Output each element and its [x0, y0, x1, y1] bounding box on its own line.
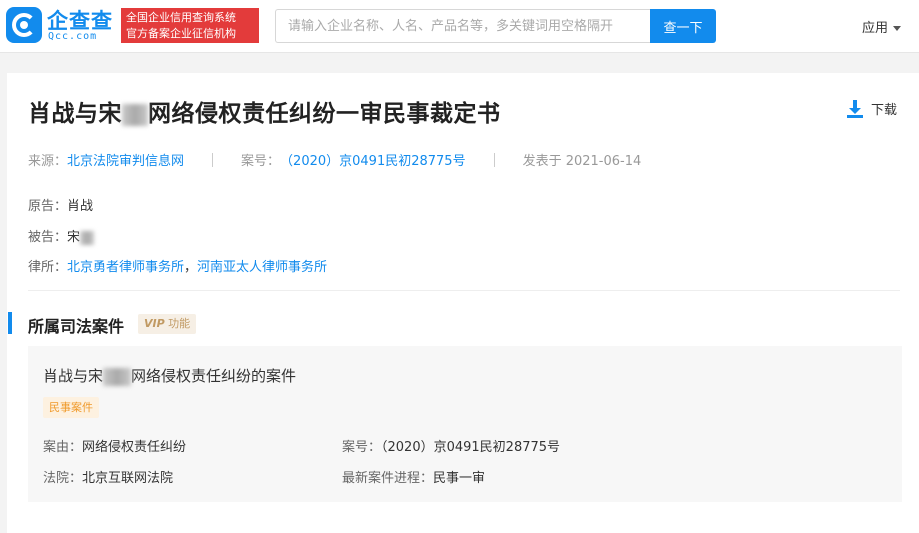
case-progress-label: 最新案件进程：	[342, 471, 434, 486]
redacted-name-blur	[80, 230, 95, 245]
case-cause-label: 案由：	[43, 440, 83, 455]
top-header: 企查查 Qcc.com 全国企业信用查询系统 官方备案企业征信机构 查一下 应用	[0, 0, 919, 53]
case-court-label: 法院：	[43, 471, 83, 486]
search-button[interactable]: 查一下	[650, 9, 716, 43]
meta-divider	[493, 152, 495, 167]
case-number-value: （2020）京0491民初28775号	[381, 440, 561, 455]
lawyer-separator: ，	[184, 260, 198, 275]
title-suffix: 网络侵权责任纠纷一审民事裁定书	[148, 101, 501, 127]
lawyer-link-2[interactable]: 河南亚太人律师事务所	[197, 260, 327, 275]
lawyer-row: 律所：北京勇者律师事务所，河南亚太人律师事务所	[28, 256, 327, 275]
case-court: 法院：北京互联网法院	[43, 467, 173, 486]
source-label: 来源：	[28, 154, 68, 169]
plaintiff-label: 原告：	[28, 199, 68, 214]
case-no-label: 案号：	[241, 154, 281, 169]
case-number: 案号：（2020）京0491民初28775号	[342, 436, 560, 455]
caret-down-icon	[893, 26, 902, 31]
meta-divider	[212, 152, 214, 167]
download-icon	[847, 99, 863, 118]
case-court-value: 北京互联网法院	[82, 471, 174, 486]
vip-badge[interactable]: VIP 功能	[138, 314, 197, 334]
lawyer-link-1[interactable]: 北京勇者律师事务所	[67, 260, 184, 275]
credit-badge-line2: 官方备案企业征信机构	[126, 27, 236, 40]
search-input[interactable]	[275, 9, 650, 43]
case-title[interactable]: 肖战与宋 网络侵权责任纠纷的案件	[43, 365, 296, 386]
title-prefix: 肖战与宋	[28, 101, 122, 127]
download-button[interactable]: 下载	[847, 99, 897, 118]
plaintiff-value: 肖战	[67, 199, 94, 214]
defendant-row: 被告：宋	[28, 226, 95, 245]
case-title-suffix: 网络侵权责任纠纷的案件	[131, 367, 297, 385]
document-title: 肖战与宋 网络侵权责任纠纷一审民事裁定书	[28, 94, 501, 128]
vip-text: 功能	[168, 317, 191, 330]
case-progress-value: 民事一审	[433, 471, 486, 486]
case-cause-value: 网络侵权责任纠纷	[82, 440, 187, 455]
redacted-name-blur	[103, 367, 132, 386]
app-menu-label: 应用	[862, 21, 889, 36]
section-divider	[28, 290, 900, 291]
logo-domain: Qcc.com	[48, 31, 98, 42]
case-cause: 案由：网络侵权责任纠纷	[43, 436, 186, 455]
publish-date: 发表于 2021-06-14	[522, 154, 642, 169]
case-type-tag: 民事案件	[43, 397, 99, 418]
judicial-section-title: 所属司法案件	[28, 317, 125, 336]
defendant-label: 被告：	[28, 230, 68, 245]
section-accent-bar	[8, 312, 12, 334]
source-link[interactable]: 北京法院审判信息网	[67, 150, 184, 169]
credit-badge-line1: 全国企业信用查询系统	[126, 11, 236, 24]
credit-badge: 全国企业信用查询系统 官方备案企业征信机构	[121, 8, 259, 43]
redacted-name-blur	[122, 103, 148, 126]
case-no-link[interactable]: （2020）京0491民初28775号	[280, 150, 466, 169]
document-meta: 来源： 北京法院审判信息网 案号： （2020）京0491民初28775号 发表…	[28, 150, 641, 169]
plaintiff-row: 原告：肖战	[28, 195, 93, 214]
case-title-prefix: 肖战与宋	[43, 367, 104, 385]
defendant-value: 宋	[67, 230, 81, 245]
app-menu[interactable]: 应用	[862, 17, 902, 36]
download-label: 下载	[871, 103, 898, 118]
qcc-logo-icon[interactable]	[6, 7, 42, 43]
vip-icon: VIP	[144, 317, 165, 330]
case-progress: 最新案件进程：民事一审	[342, 467, 485, 486]
lawyer-label: 律所：	[28, 260, 68, 275]
case-number-label: 案号：	[342, 440, 382, 455]
